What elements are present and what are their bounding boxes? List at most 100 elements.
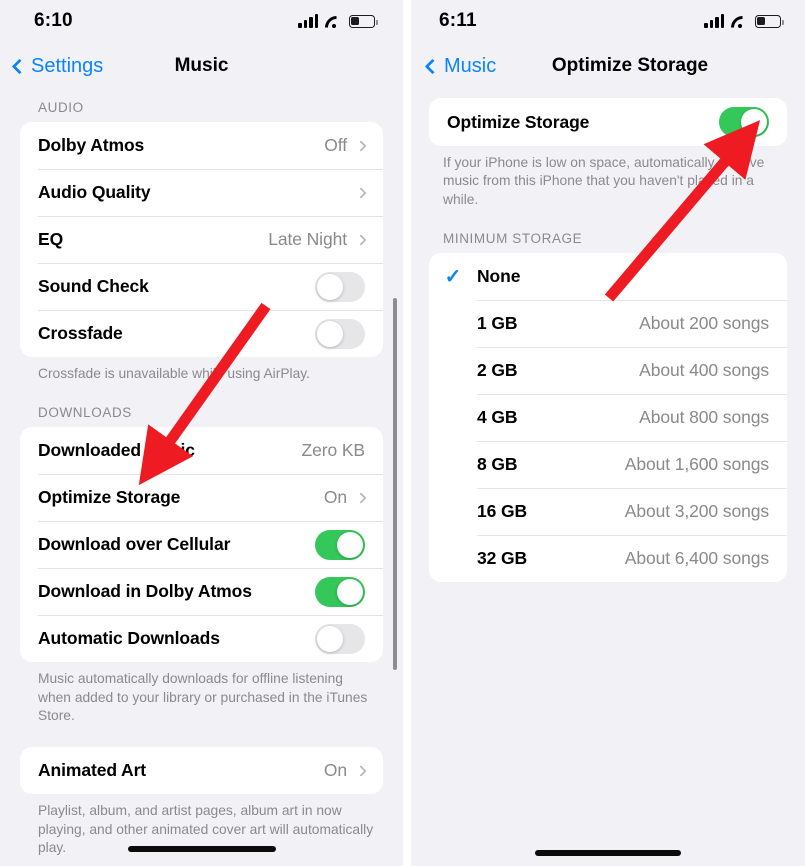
row-dolby-atmos[interactable]: Dolby Atmos Off — [20, 122, 383, 169]
back-button-label: Settings — [31, 54, 104, 77]
option-label: 16 GB — [477, 501, 528, 522]
toggle-optimize-storage[interactable] — [719, 107, 769, 137]
status-bar: 6:11 — [411, 0, 805, 42]
signal-bars-icon — [298, 13, 318, 28]
option-label: 2 GB — [477, 360, 518, 381]
option-16gb[interactable]: ✓ 16 GB About 3,200 songs — [429, 488, 787, 535]
option-1gb[interactable]: ✓ 1 GB About 200 songs — [429, 300, 787, 347]
vertical-scrollbar[interactable] — [393, 298, 397, 670]
row-label: Sound Check — [38, 276, 149, 296]
footnote-crossfade: Crossfade is unavailable while using Air… — [38, 366, 310, 381]
footnote-downloads: Music automatically downloads for offlin… — [38, 671, 368, 724]
signal-bars-icon — [704, 13, 724, 28]
option-4gb[interactable]: ✓ 4 GB About 800 songs — [429, 394, 787, 441]
status-bar: 6:10 — [0, 0, 403, 42]
checkmark-icon: ✓ — [444, 266, 462, 289]
row-downloaded-music[interactable]: Downloaded Music Zero KB — [20, 427, 383, 474]
option-detail: About 800 songs — [639, 407, 769, 428]
settings-scroll-area[interactable]: AUDIO Dolby Atmos Off Audio Quality EQ L… — [0, 90, 403, 866]
row-label: EQ — [38, 229, 64, 249]
battery-icon — [349, 14, 378, 28]
option-label: 32 GB — [477, 548, 528, 569]
chevron-right-icon — [355, 492, 367, 504]
row-label: Optimize Storage — [447, 111, 590, 132]
option-label: 8 GB — [477, 454, 518, 475]
row-animated-art[interactable]: Animated Art On — [20, 747, 383, 794]
row-download-over-cellular[interactable]: Download over Cellular — [20, 521, 383, 568]
downloads-section-card: Downloaded Music Zero KB Optimize Storag… — [20, 427, 383, 663]
status-icons — [704, 13, 784, 28]
row-crossfade[interactable]: Crossfade — [20, 310, 383, 357]
option-detail: About 200 songs — [639, 313, 769, 334]
optimize-storage-content: Optimize Storage If your iPhone is low o… — [411, 98, 805, 866]
home-indicator — [127, 846, 276, 852]
row-value: Off — [324, 135, 347, 155]
row-sound-check[interactable]: Sound Check — [20, 263, 383, 310]
toggle-download-in-dolby-atmos[interactable] — [315, 576, 365, 607]
nav-bar: Music Optimize Storage — [411, 42, 805, 90]
section-header-audio: AUDIO — [38, 100, 84, 115]
row-label: Dolby Atmos — [38, 135, 145, 155]
row-download-in-dolby-atmos[interactable]: Download in Dolby Atmos — [20, 568, 383, 615]
row-label: Audio Quality — [38, 182, 151, 202]
wifi-icon — [325, 15, 342, 28]
back-button-settings[interactable]: Settings — [0, 55, 103, 78]
option-none[interactable]: ✓ None — [429, 253, 787, 300]
option-label: 1 GB — [477, 313, 518, 334]
row-label: Downloaded Music — [38, 440, 195, 461]
back-button-label: Music — [444, 54, 497, 77]
row-value: Zero KB — [301, 440, 366, 461]
toggle-crossfade[interactable] — [315, 318, 365, 349]
status-time: 6:11 — [439, 10, 477, 31]
dual-screenshot: 6:10 Settings Music AUDIO Dolby Atmos Of… — [0, 0, 805, 866]
minimum-storage-card: ✓ None ✓ 1 GB About 200 songs ✓ 2 GB Abo… — [429, 253, 787, 583]
option-detail: About 3,200 songs — [624, 501, 769, 522]
option-8gb[interactable]: ✓ 8 GB About 1,600 songs — [429, 441, 787, 488]
row-value: On — [323, 487, 347, 508]
audio-section-card: Dolby Atmos Off Audio Quality EQ Late Ni… — [20, 122, 383, 357]
row-label: Crossfade — [38, 323, 123, 343]
option-detail: About 1,600 songs — [624, 454, 769, 475]
screen-divider — [403, 0, 411, 866]
optimize-storage-card: Optimize Storage — [429, 98, 787, 146]
row-label: Automatic Downloads — [38, 628, 220, 649]
option-label: None — [477, 266, 521, 287]
chevron-right-icon — [355, 765, 367, 777]
row-label: Download over Cellular — [38, 534, 231, 555]
row-label: Optimize Storage — [38, 487, 181, 508]
left-phone-screen: 6:10 Settings Music AUDIO Dolby Atmos Of… — [0, 0, 403, 866]
option-detail: About 6,400 songs — [624, 548, 769, 569]
status-icons — [298, 13, 378, 28]
row-label: Animated Art — [38, 760, 147, 781]
chevron-left-icon — [11, 58, 28, 74]
back-button-music[interactable]: Music — [411, 55, 496, 78]
row-audio-quality[interactable]: Audio Quality — [20, 169, 383, 216]
nav-bar: Settings Music — [0, 42, 403, 90]
chevron-left-icon — [424, 58, 441, 74]
row-value: Late Night — [268, 229, 347, 249]
section-header-downloads: DOWNLOADS — [38, 405, 132, 421]
wifi-icon — [731, 15, 748, 28]
chevron-right-icon — [355, 186, 367, 199]
option-2gb[interactable]: ✓ 2 GB About 400 songs — [429, 347, 787, 394]
row-optimize-storage-toggle[interactable]: Optimize Storage — [429, 98, 787, 146]
row-value: On — [323, 760, 347, 781]
chevron-right-icon — [355, 233, 367, 246]
footnote-optimize-storage: If your iPhone is low on space, automati… — [443, 155, 765, 207]
row-optimize-storage[interactable]: Optimize Storage On — [20, 474, 383, 521]
option-label: 4 GB — [477, 407, 518, 428]
row-eq[interactable]: EQ Late Night — [20, 216, 383, 263]
battery-icon — [755, 14, 784, 28]
option-32gb[interactable]: ✓ 32 GB About 6,400 songs — [429, 535, 787, 582]
section-header-minimum-storage: MINIMUM STORAGE — [443, 231, 583, 247]
chevron-right-icon — [355, 139, 367, 152]
status-time: 6:10 — [34, 10, 73, 31]
option-detail: About 400 songs — [639, 360, 769, 381]
toggle-download-over-cellular[interactable] — [315, 529, 365, 560]
toggle-automatic-downloads[interactable] — [315, 623, 365, 654]
toggle-sound-check[interactable] — [315, 271, 365, 302]
row-automatic-downloads[interactable]: Automatic Downloads — [20, 615, 383, 662]
animated-art-card: Animated Art On — [20, 747, 383, 795]
row-label: Download in Dolby Atmos — [38, 581, 252, 602]
home-indicator — [535, 850, 681, 856]
